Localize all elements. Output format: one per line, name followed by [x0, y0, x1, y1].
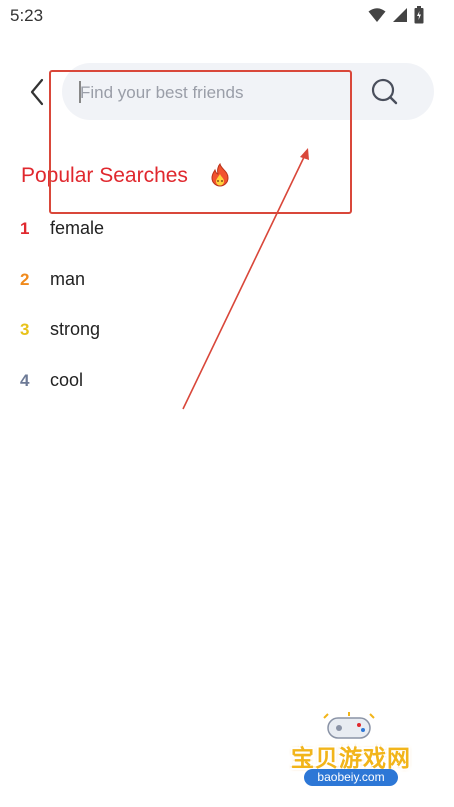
- fire-icon: [207, 162, 233, 189]
- wifi-icon: [368, 7, 386, 28]
- popular-searches-title: Popular Searches: [21, 164, 188, 187]
- signal-icon: [392, 7, 408, 28]
- watermark-logo: 宝贝游戏网 baobeiy.com: [276, 712, 426, 802]
- search-term: female: [50, 218, 105, 238]
- list-item[interactable]: 2 man: [0, 258, 454, 309]
- list-item[interactable]: 4 cool: [0, 359, 454, 410]
- search-input[interactable]: [76, 63, 362, 122]
- battery-icon: [414, 6, 424, 29]
- status-icons: [368, 6, 424, 29]
- rank-number: 4: [20, 370, 30, 390]
- rank-number: 2: [20, 269, 30, 289]
- search-term: man: [50, 268, 86, 289]
- search-bar: [62, 63, 434, 122]
- back-button[interactable]: [22, 74, 54, 110]
- popular-search-list: 1 female 2 man 3 strong 4 cool: [0, 207, 454, 409]
- list-item[interactable]: 1 female: [0, 207, 454, 258]
- status-bar: 5:23: [0, 0, 454, 32]
- search-icon: [371, 78, 398, 105]
- watermark-url: baobeiy.com: [304, 769, 398, 786]
- gamepad-icon: [323, 712, 375, 739]
- search-term: strong: [50, 319, 101, 339]
- search-term: cool: [50, 369, 84, 390]
- watermark-logo-text: 宝贝游戏网: [291, 746, 411, 772]
- rank-number: 3: [20, 320, 30, 339]
- search-button[interactable]: [370, 77, 400, 107]
- status-time: 5:23: [10, 6, 44, 25]
- chevron-left-icon: [30, 78, 44, 106]
- text-caret: [79, 81, 81, 103]
- list-item[interactable]: 3 strong: [0, 308, 454, 359]
- rank-number: 1: [20, 219, 30, 238]
